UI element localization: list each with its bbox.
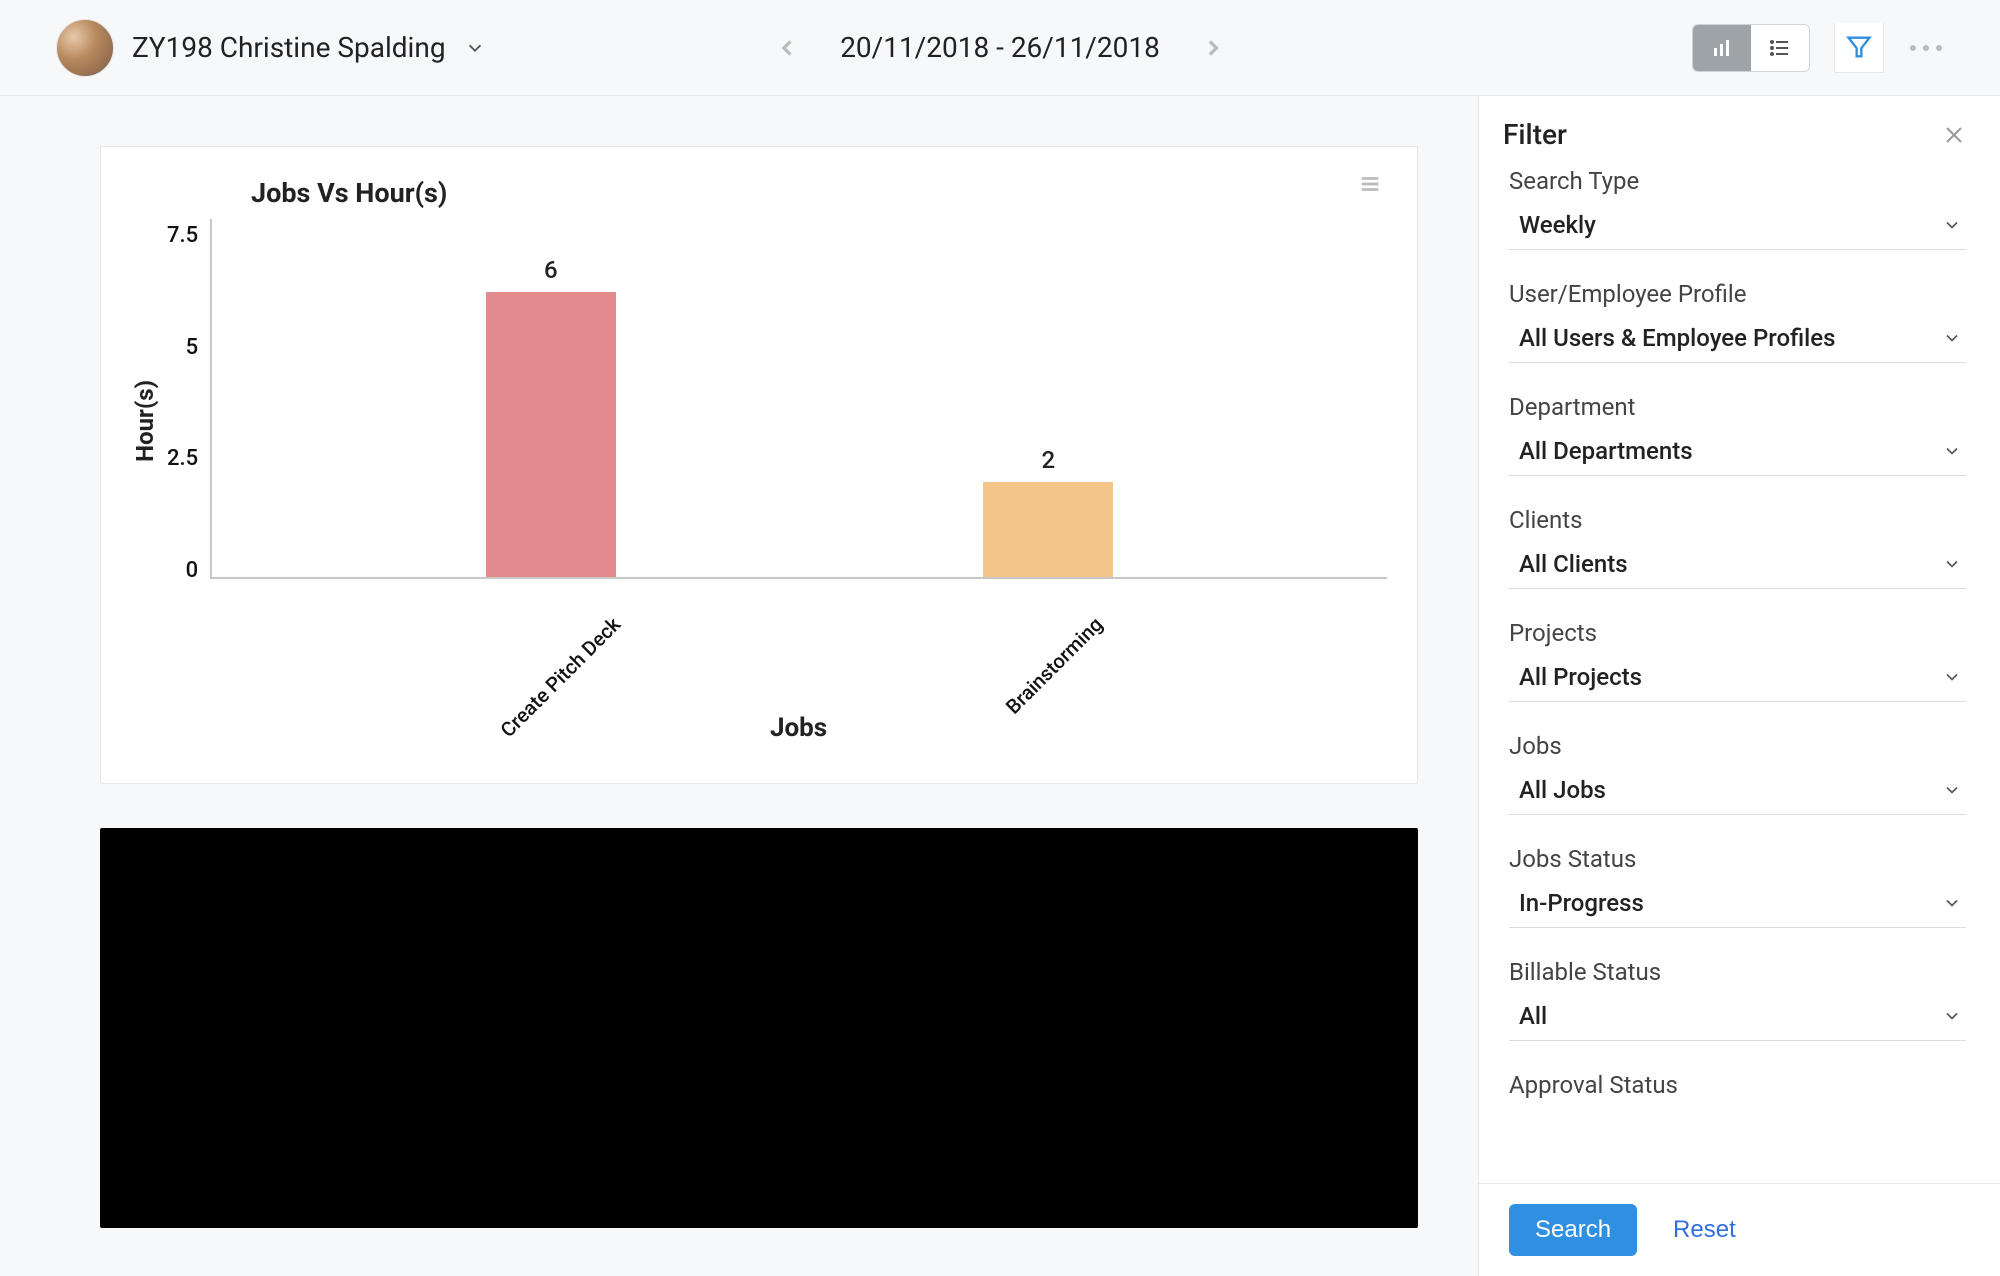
chart-card: Jobs Vs Hour(s) Hour(s) 7.5 5 2.5 0 62 C… [100,146,1418,784]
filter-value: Weekly [1519,211,1596,239]
filter-group: Jobs Status In-Progress [1509,845,1966,928]
list-view-button[interactable] [1751,25,1809,71]
x-label-slot: Brainstorming [799,579,1297,701]
y-tick: 0 [167,558,198,583]
filter-group: User/Employee Profile All Users & Employe… [1509,280,1966,363]
filter-panel: Filter Search Type Weekly User/Employee Pr… [1478,96,2000,1276]
close-button[interactable] [1942,123,1966,147]
filter-label: Billable Status [1509,958,1966,986]
filter-label: User/Employee Profile [1509,280,1966,308]
user-selector[interactable]: ZY198 Christine Spalding [56,19,486,77]
chevron-down-icon [1942,780,1962,800]
chevron-down-icon [1942,441,1962,461]
y-ticks: 7.5 5 2.5 0 [167,223,210,583]
x-labels: Create Pitch DeckBrainstorming [210,579,1387,701]
filter-header: Filter [1479,96,2000,167]
chart-menu-button[interactable] [1357,173,1383,195]
filter-toggle-button[interactable] [1834,23,1884,73]
filter-select[interactable]: All Departments [1509,431,1966,476]
filter-value: All Projects [1519,663,1642,691]
filter-select[interactable]: All Clients [1509,544,1966,589]
next-arrow-icon[interactable] [1200,35,1226,61]
filter-value: In-Progress [1519,889,1644,917]
view-toggle [1692,24,1810,72]
filter-value: All Departments [1519,437,1693,465]
chart-area: Hour(s) 7.5 5 2.5 0 62 Create Pitch Deck… [131,219,1387,743]
close-icon [1942,123,1966,147]
secondary-panel [100,828,1418,1228]
x-axis-label: Jobs [210,713,1387,743]
chevron-down-icon [1942,1006,1962,1026]
filter-group: Approval Status [1509,1071,1966,1099]
bar-chart-icon [1710,36,1734,60]
filter-group: Billable Status All [1509,958,1966,1041]
filter-select[interactable]: All Projects [1509,657,1966,702]
reset-button[interactable]: Reset [1673,1216,1736,1244]
y-tick: 2.5 [167,446,198,471]
y-tick: 7.5 [167,223,198,248]
filter-label: Search Type [1509,167,1966,195]
bar-value: 6 [544,256,558,284]
main: Jobs Vs Hour(s) Hour(s) 7.5 5 2.5 0 62 C… [0,96,2000,1276]
filter-title: Filter [1503,118,1567,151]
avatar [56,19,114,77]
filter-body: Search Type Weekly User/Employee Profile Al… [1479,167,2000,1183]
filter-label: Clients [1509,506,1966,534]
filter-footer: Search Reset [1479,1183,2000,1276]
filter-label: Jobs Status [1509,845,1966,873]
chevron-down-icon [1942,215,1962,235]
chart-title: Jobs Vs Hour(s) [251,177,1387,209]
chevron-down-icon [464,37,486,59]
bar[interactable] [983,482,1113,577]
bar-slot: 6 [302,256,799,577]
filter-label: Approval Status [1509,1071,1966,1099]
search-button[interactable]: Search [1509,1204,1637,1256]
chart-view-button[interactable] [1693,25,1751,71]
filter-group: Projects All Projects [1509,619,1966,702]
date-range: 20/11/2018 - 26/11/2018 [840,31,1160,64]
filter-select[interactable]: All Jobs [1509,770,1966,815]
filter-select[interactable]: In-Progress [1509,883,1966,928]
bar-slot: 2 [800,446,1297,577]
topbar-right [1692,23,1944,73]
filter-value: All [1519,1002,1547,1030]
date-navigator: 20/11/2018 - 26/11/2018 [774,31,1226,64]
user-name: ZY198 Christine Spalding [132,31,446,64]
filter-group: Department All Departments [1509,393,1966,476]
filter-group: Jobs All Jobs [1509,732,1966,815]
x-label-slot: Create Pitch Deck [300,579,798,701]
filter-select[interactable]: All [1509,996,1966,1041]
filter-value: All Jobs [1519,776,1606,804]
plot-inner: 62 [210,219,1387,579]
chevron-down-icon [1942,893,1962,913]
x-label: Brainstorming [1000,612,1167,779]
content: Jobs Vs Hour(s) Hour(s) 7.5 5 2.5 0 62 C… [0,96,1478,1276]
filter-value: All Users & Employee Profiles [1519,324,1835,352]
more-icon[interactable] [1908,43,1944,53]
filter-icon [1845,33,1873,61]
chevron-down-icon [1942,328,1962,348]
topbar: ZY198 Christine Spalding 20/11/2018 - 26… [0,0,2000,96]
filter-value: All Clients [1519,550,1628,578]
y-tick: 5 [167,335,198,360]
plot: 62 Create Pitch DeckBrainstorming Jobs [210,219,1387,743]
prev-arrow-icon[interactable] [774,35,800,61]
list-icon [1768,36,1792,60]
x-label: Create Pitch Deck [495,612,686,803]
chevron-down-icon [1942,554,1962,574]
filter-group: Search Type Weekly [1509,167,1966,250]
filter-label: Jobs [1509,732,1966,760]
chevron-down-icon [1942,667,1962,687]
filter-label: Projects [1509,619,1966,647]
filter-label: Department [1509,393,1966,421]
filter-select[interactable]: All Users & Employee Profiles [1509,318,1966,363]
bar-value: 2 [1041,446,1055,474]
filter-group: Clients All Clients [1509,506,1966,589]
y-axis-label: Hour(s) [131,380,159,462]
filter-select[interactable]: Weekly [1509,205,1966,250]
bar[interactable] [486,292,616,577]
